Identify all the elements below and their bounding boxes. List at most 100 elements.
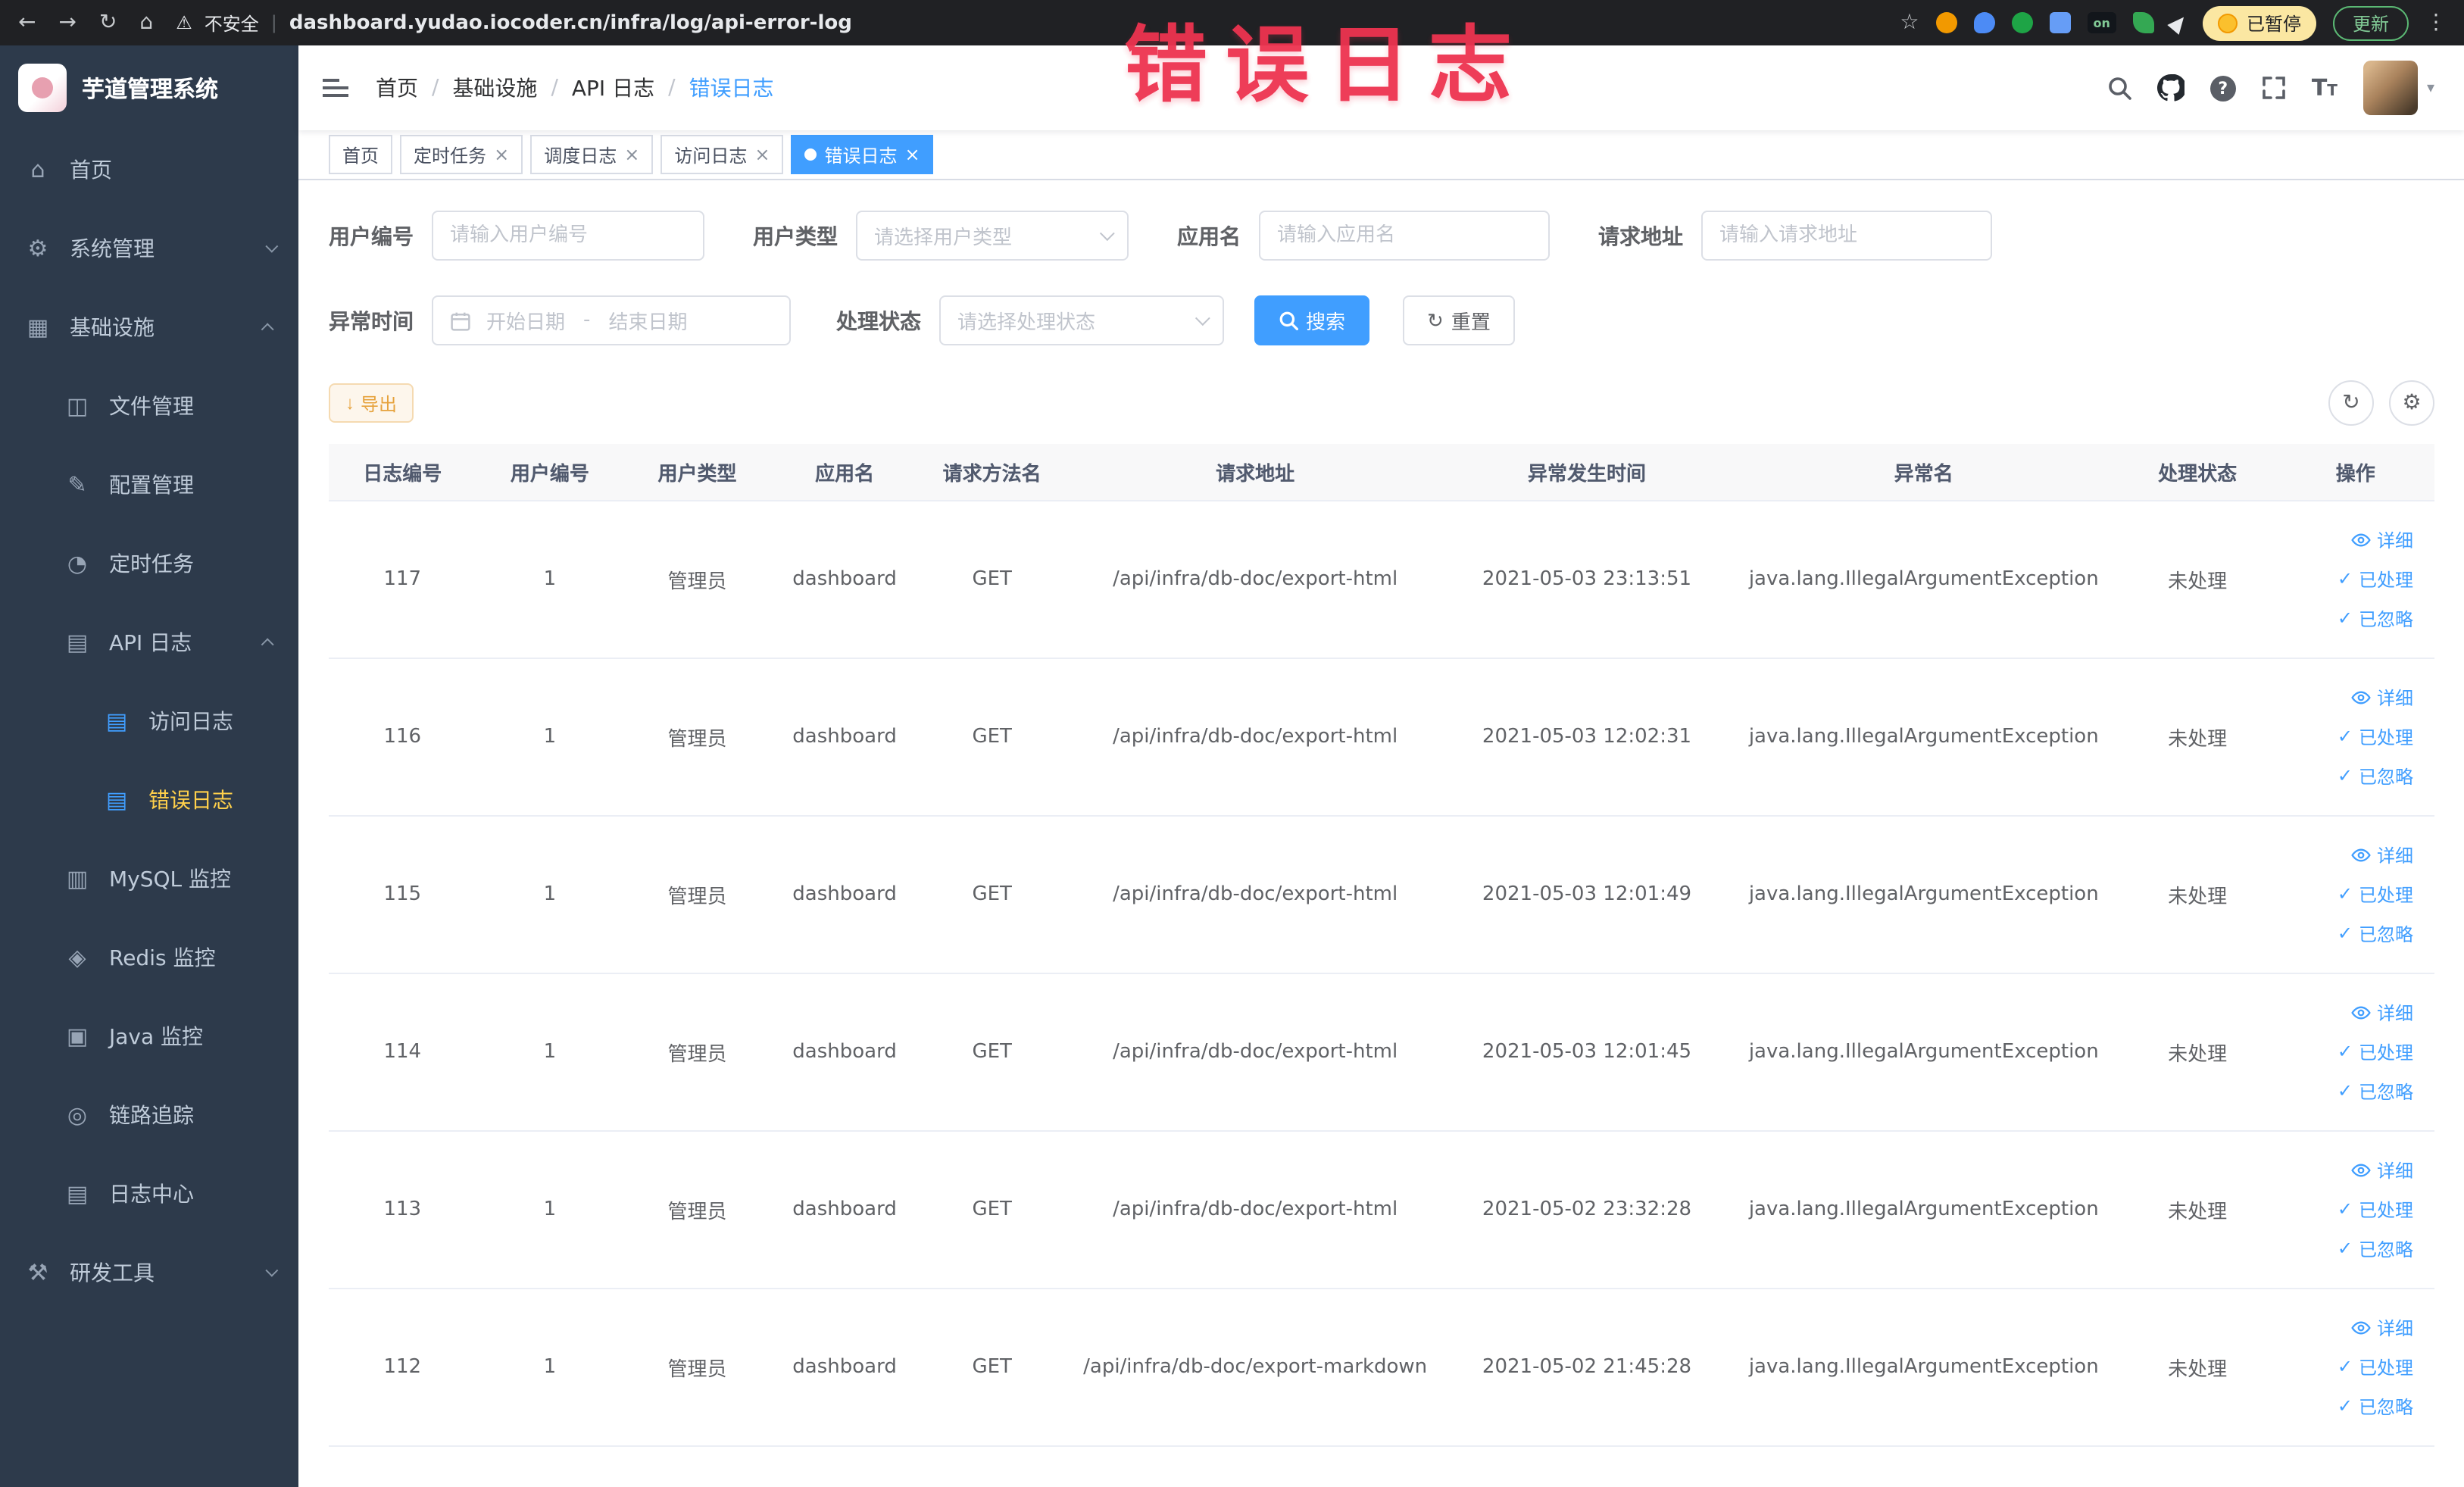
refresh-table-button[interactable]: ↻: [2328, 380, 2374, 426]
detail-link[interactable]: 详细: [2284, 677, 2413, 717]
tab-schedule-log[interactable]: 调度日志 ×: [530, 135, 654, 174]
ignored-link[interactable]: ✓ 已忽略: [2284, 1071, 2413, 1111]
sidebar-toggle-icon[interactable]: [323, 79, 348, 97]
col-actions: 操作: [2276, 444, 2434, 501]
close-icon[interactable]: ×: [494, 145, 509, 164]
process-status-select[interactable]: 请选择处理状态: [939, 295, 1224, 345]
sidebar-item-infrastructure[interactable]: ▦ 基础设施: [0, 288, 298, 367]
sidebar-item-system-management[interactable]: ⚙ 系统管理: [0, 209, 298, 288]
extension-icon-on-badge[interactable]: on: [2087, 12, 2116, 33]
sidebar-item-dev-tools[interactable]: ⚒ 研发工具: [0, 1233, 298, 1312]
user-id-input[interactable]: [450, 224, 686, 247]
app-logo-row[interactable]: 芋道管理系统: [0, 45, 298, 130]
file-icon: ◫: [66, 392, 89, 420]
browser-menu-icon[interactable]: ⋮: [2425, 12, 2447, 33]
exception-time-range-picker[interactable]: 开始日期 - 结束日期: [432, 295, 791, 345]
app-name-field[interactable]: [1259, 211, 1550, 261]
search-button[interactable]: 搜索: [1254, 295, 1370, 345]
fullscreen-icon[interactable]: [2262, 76, 2286, 100]
processed-link[interactable]: ✓ 已处理: [2284, 1189, 2413, 1229]
sidebar-item-access-log[interactable]: ▤ 访问日志: [0, 682, 298, 761]
refresh-icon: ↻: [1427, 308, 1444, 331]
ignored-link[interactable]: ✓ 已忽略: [2284, 914, 2413, 953]
sidebar-item-log-center[interactable]: ▤ 日志中心: [0, 1154, 298, 1233]
tab-home[interactable]: 首页: [329, 135, 393, 174]
extension-icon-plane[interactable]: [2167, 11, 2190, 34]
user-type-select[interactable]: 请选择用户类型: [856, 211, 1129, 261]
sidebar-item-redis-monitor[interactable]: ◈ Redis 监控: [0, 918, 298, 997]
sidebar-item-java-monitor[interactable]: ▣ Java 监控: [0, 997, 298, 1076]
url-bar[interactable]: ⚠ 不安全 | dashboard.yudao.iocoder.cn/infra…: [176, 10, 852, 36]
tab-access-log[interactable]: 访问日志 ×: [661, 135, 784, 174]
request-url-field[interactable]: [1701, 211, 1992, 261]
sidebar-item-error-log[interactable]: ▤ 错误日志: [0, 761, 298, 839]
sidebar-item-file-management[interactable]: ◫ 文件管理: [0, 367, 298, 445]
extension-icon-green[interactable]: [2011, 12, 2033, 33]
export-button[interactable]: ↓ 导出: [329, 383, 414, 423]
check-icon: ✓: [2337, 608, 2353, 629]
user-id-field[interactable]: [432, 211, 704, 261]
sidebar-item-api-logs[interactable]: ▤ API 日志: [0, 603, 298, 682]
col-exception-name: 异常名: [1729, 444, 2119, 501]
clock-icon: ◔: [67, 550, 88, 577]
detail-link[interactable]: 详细: [2284, 1307, 2413, 1347]
sidebar-item-mysql-monitor[interactable]: ▥ MySQL 监控: [0, 839, 298, 918]
processed-link[interactable]: ✓ 已处理: [2284, 717, 2413, 756]
close-icon[interactable]: ×: [754, 145, 770, 164]
breadcrumb-infrastructure[interactable]: 基础设施: [452, 73, 537, 103]
url-separator: |: [270, 12, 277, 33]
detail-link[interactable]: 详细: [2284, 835, 2413, 874]
browser-back-icon[interactable]: ←: [18, 12, 36, 33]
extension-icon-grid[interactable]: [2049, 12, 2071, 33]
extension-icon-drop[interactable]: [1973, 12, 1995, 33]
ignored-link[interactable]: ✓ 已忽略: [2284, 598, 2413, 638]
user-menu[interactable]: ▾: [2363, 61, 2434, 115]
breadcrumb-separator: /: [551, 76, 558, 100]
breadcrumb-home[interactable]: 首页: [376, 73, 418, 103]
app-name-input[interactable]: [1277, 224, 1532, 247]
extension-icon-orange[interactable]: [1935, 12, 1957, 33]
sidebar-item-home[interactable]: ⌂ 首页: [0, 130, 298, 209]
browser-home-icon[interactable]: ⌂: [139, 12, 153, 33]
processed-link[interactable]: ✓ 已处理: [2284, 874, 2413, 914]
extension-icon-leaf[interactable]: [2132, 12, 2154, 33]
close-icon[interactable]: ×: [905, 145, 920, 164]
browser-actions: ☆ on 已暂停 更新 ⋮: [1900, 5, 2447, 40]
processed-link[interactable]: ✓ 已处理: [2284, 1347, 2413, 1386]
not-secure-label: 不安全: [204, 13, 259, 34]
ignored-link[interactable]: ✓ 已忽略: [2284, 756, 2413, 795]
page-url[interactable]: dashboard.yudao.iocoder.cn/infra/log/api…: [289, 11, 852, 34]
processed-link[interactable]: ✓ 已处理: [2284, 559, 2413, 598]
font-size-icon[interactable]: TT: [2312, 74, 2338, 102]
smiley-icon: [2217, 13, 2238, 33]
sidebar-item-config-management[interactable]: ✎ 配置管理: [0, 445, 298, 524]
sidebar-item-scheduled-tasks[interactable]: ◔ 定时任务: [0, 524, 298, 603]
check-icon: ✓: [2337, 726, 2353, 747]
sidebar-item-label: 错误日志: [148, 789, 233, 814]
github-icon[interactable]: [2156, 74, 2184, 102]
check-icon: ✓: [2337, 1395, 2353, 1417]
col-exception-time: 异常发生时间: [1444, 444, 1729, 501]
detail-link[interactable]: 详细: [2284, 992, 2413, 1032]
ignored-link[interactable]: ✓ 已忽略: [2284, 1229, 2413, 1268]
update-button[interactable]: 更新: [2332, 5, 2409, 40]
detail-link[interactable]: 详细: [2284, 520, 2413, 559]
column-settings-button[interactable]: ⚙: [2389, 380, 2434, 426]
paused-badge[interactable]: 已暂停: [2202, 5, 2316, 40]
bookmark-star-icon[interactable]: ☆: [1900, 12, 1919, 33]
processed-link[interactable]: ✓ 已处理: [2284, 1032, 2413, 1071]
breadcrumb-separator: /: [432, 76, 439, 100]
search-icon[interactable]: [2107, 76, 2131, 100]
sidebar-item-tracing[interactable]: ◎ 链路追踪: [0, 1076, 298, 1154]
close-icon[interactable]: ×: [624, 145, 639, 164]
reset-button[interactable]: ↻ 重置: [1403, 295, 1515, 345]
browser-forward-icon[interactable]: →: [58, 12, 76, 33]
detail-link[interactable]: 详细: [2284, 1150, 2413, 1189]
help-icon[interactable]: ?: [2209, 75, 2236, 101]
ignored-link[interactable]: ✓ 已忽略: [2284, 1386, 2413, 1426]
tab-scheduled-tasks[interactable]: 定时任务 ×: [400, 135, 523, 174]
browser-reload-icon[interactable]: ↻: [99, 12, 117, 33]
request-url-input[interactable]: [1719, 224, 1974, 247]
breadcrumb-api-logs[interactable]: API 日志: [572, 73, 654, 103]
tab-error-log[interactable]: 错误日志 ×: [791, 135, 934, 174]
